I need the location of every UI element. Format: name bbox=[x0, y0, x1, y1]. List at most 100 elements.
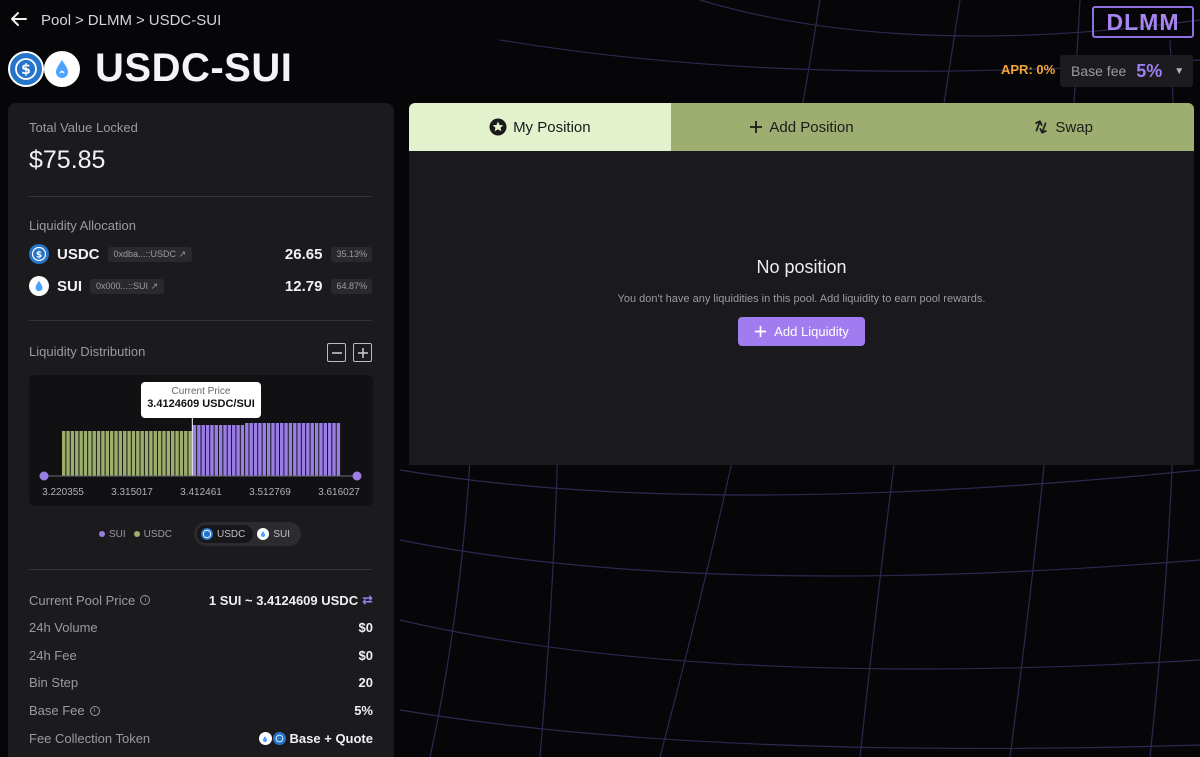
usdc-bin-bar bbox=[114, 431, 118, 476]
stat-value: Base + Quote bbox=[289, 731, 373, 746]
usdc-bin-bar bbox=[88, 431, 92, 476]
sui-bin-bar bbox=[197, 425, 201, 476]
toggle-usdc[interactable]: USDC bbox=[197, 525, 254, 543]
breadcrumb-pool[interactable]: Pool bbox=[41, 12, 71, 29]
stat-current-pool-price: Current Pool Price i 1 SUI ~ 3.4124609 US… bbox=[29, 592, 373, 608]
tab-swap[interactable]: Swap bbox=[932, 103, 1194, 151]
x-tick-label: 3.616027 bbox=[318, 487, 360, 498]
token-address-link[interactable]: 0xdba...::USDC ↗ bbox=[107, 246, 193, 262]
breadcrumb-dlmm[interactable]: DLMM bbox=[88, 12, 132, 29]
tab-label: My Position bbox=[513, 118, 591, 136]
divider bbox=[29, 569, 372, 570]
legend-usdc-label: USDC bbox=[143, 528, 173, 540]
sui-bin-bar bbox=[258, 423, 262, 476]
usdc-bin-bar bbox=[127, 431, 131, 476]
allocation-row-sui: SUI 0x000...::SUI ↗ 12.79 64.87% bbox=[29, 275, 372, 297]
allocation-symbol: USDC bbox=[57, 245, 100, 263]
sui-bin-bar bbox=[310, 423, 314, 476]
x-tick-label: 3.412461 bbox=[180, 487, 222, 498]
position-panel: No position You don't have any liquiditi… bbox=[409, 151, 1194, 465]
sui-bin-bar bbox=[284, 423, 288, 476]
allocation-percent: 64.87% bbox=[331, 278, 372, 294]
sui-bin-bar bbox=[249, 423, 253, 476]
sui-coin-icon bbox=[29, 276, 49, 296]
sui-bin-bar bbox=[266, 423, 271, 476]
sui-bin-bar bbox=[205, 425, 210, 476]
breadcrumb-current: USDC-SUI bbox=[148, 12, 222, 29]
divider bbox=[29, 196, 372, 197]
stat-24h-fee: 24h Fee $0 bbox=[29, 648, 373, 663]
zoom-in-button[interactable] bbox=[353, 343, 372, 362]
breadcrumb: Pool > DLMM > USDC-SUI bbox=[41, 12, 221, 29]
usdc-coin-icon: $ bbox=[8, 51, 44, 87]
info-icon[interactable]: i bbox=[89, 705, 100, 716]
info-icon[interactable]: i bbox=[140, 595, 151, 605]
stat-value: 1 SUI ~ 3.4124609 USDC bbox=[208, 592, 359, 608]
back-arrow-icon[interactable] bbox=[8, 8, 30, 30]
add-liquidity-label: Add Liquidity bbox=[774, 324, 849, 339]
sui-bin-bar bbox=[253, 423, 258, 476]
sui-bin-bar bbox=[336, 423, 341, 476]
tab-add-position[interactable]: Add Position bbox=[670, 103, 933, 151]
sui-bin-bar bbox=[275, 423, 280, 476]
breadcrumb-separator: > bbox=[75, 12, 84, 29]
stat-key: 24h Fee bbox=[29, 648, 77, 663]
stat-key: 24h Volume bbox=[29, 620, 98, 635]
sui-bin-bar bbox=[280, 423, 284, 476]
range-handle-right[interactable] bbox=[352, 471, 362, 481]
base-fee-value: 5% bbox=[1136, 60, 1163, 81]
empty-state-subtitle: You don't have any liquidities in this p… bbox=[617, 293, 986, 305]
toggle-sui[interactable]: SUI bbox=[253, 525, 298, 543]
legend-sui: SUI bbox=[99, 529, 126, 540]
usdc-coin-icon bbox=[272, 732, 286, 745]
stat-key: Base Fee bbox=[29, 703, 85, 718]
usdc-bin-bar bbox=[66, 431, 70, 476]
usdc-bin-bar bbox=[188, 431, 192, 476]
token-address-link[interactable]: 0x000...::SUI ↗ bbox=[90, 278, 165, 294]
empty-state-title: No position bbox=[756, 257, 847, 277]
usdc-bin-bar bbox=[105, 431, 109, 476]
sui-bin-bar bbox=[240, 425, 245, 476]
zoom-out-button[interactable] bbox=[327, 343, 346, 362]
stat-value: 20 bbox=[358, 675, 373, 690]
usdc-bin-bar bbox=[83, 431, 88, 476]
allocation-percent: 35.13% bbox=[331, 246, 372, 262]
range-handle-left[interactable] bbox=[39, 471, 49, 481]
usdc-bin-bar bbox=[166, 431, 171, 476]
allocation-label: Liquidity Allocation bbox=[29, 218, 136, 233]
pair-icons: $ bbox=[8, 51, 80, 87]
tvl-label: Total Value Locked bbox=[29, 120, 138, 135]
stat-value: $0 bbox=[358, 648, 373, 663]
sui-bin-bar bbox=[262, 423, 266, 476]
stat-key: Current Pool Price bbox=[29, 592, 136, 608]
usdc-bin-bar bbox=[140, 431, 144, 476]
x-tick-label: 3.315017 bbox=[111, 487, 153, 498]
stat-24h-volume: 24h Volume $0 bbox=[29, 620, 373, 635]
sui-bin-bar bbox=[301, 423, 306, 476]
svg-text:$: $ bbox=[21, 62, 31, 78]
pool-overview-card: Total Value Locked $75.85 Liquidity Allo… bbox=[8, 103, 394, 757]
usdc-coin-icon bbox=[201, 528, 214, 540]
allocation-amount: 26.65 bbox=[284, 245, 323, 263]
base-fee-dropdown[interactable]: Base fee 5% ▼ bbox=[1060, 55, 1193, 87]
usdc-bin-bar bbox=[123, 431, 127, 476]
stat-fee-collection-token: Fee Collection Token Base + Quote bbox=[29, 731, 373, 746]
tab-label: Add Position bbox=[769, 118, 854, 136]
usdc-bin-bar bbox=[79, 431, 83, 476]
allocation-symbol: SUI bbox=[57, 277, 83, 295]
x-tick-label: 3.512769 bbox=[249, 487, 291, 498]
stat-key: Fee Collection Token bbox=[29, 731, 151, 746]
sui-bin-bar bbox=[319, 423, 323, 476]
add-liquidity-button[interactable]: Add Liquidity bbox=[738, 317, 865, 346]
swap-price-icon[interactable]: ⇄ bbox=[362, 592, 373, 608]
usdc-bin-bar bbox=[92, 431, 96, 476]
token-address-text: 0x000...::SUI bbox=[96, 280, 149, 291]
sui-bin-bar bbox=[236, 425, 240, 476]
base-fee-label: Base fee bbox=[1071, 63, 1127, 79]
usdc-bin-bar bbox=[70, 431, 75, 476]
usdc-bin-bar bbox=[131, 431, 136, 476]
usdc-bin-bar bbox=[96, 431, 101, 476]
usdc-bin-bar bbox=[118, 431, 123, 476]
tab-my-position[interactable]: My Position bbox=[409, 103, 671, 151]
sui-bin-bar bbox=[227, 425, 232, 476]
